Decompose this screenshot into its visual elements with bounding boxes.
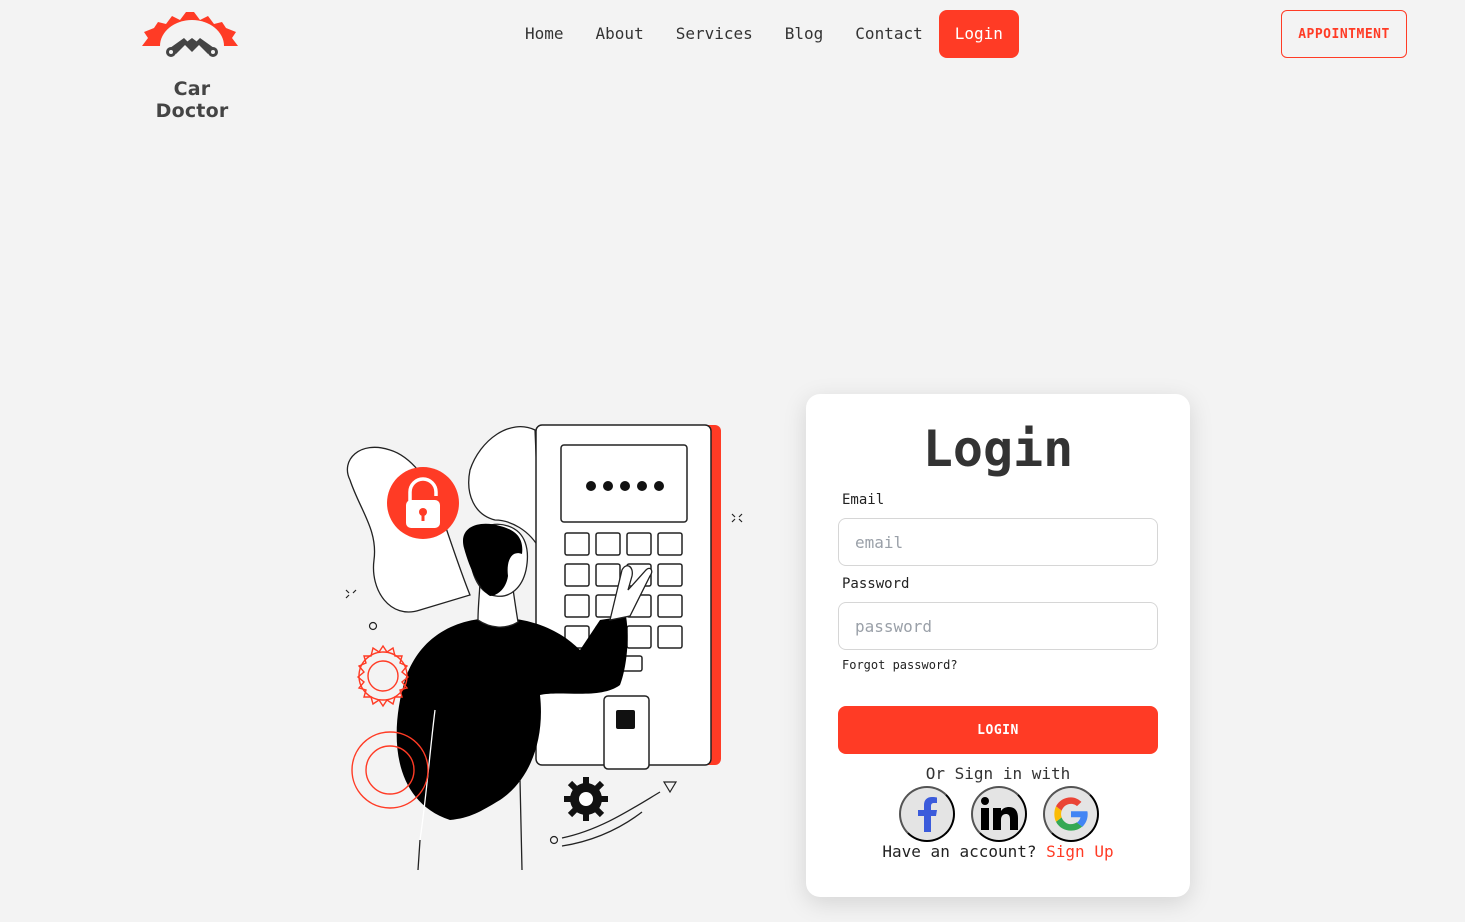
login-illustration <box>330 420 760 871</box>
password-label: Password <box>842 576 910 592</box>
social-login-row <box>899 786 1099 842</box>
facebook-login-button[interactable] <box>899 786 955 842</box>
nav-blog[interactable]: Blog <box>769 10 840 58</box>
gear-wrench-logo-icon <box>142 12 238 57</box>
signup-prompt: Have an account? <box>882 842 1037 861</box>
appointment-button[interactable]: APPOINTMENT <box>1281 10 1407 58</box>
google-icon <box>1054 797 1088 831</box>
person-unlocking-keypad-illustration <box>345 424 743 871</box>
or-sign-in-text: Or Sign in with <box>925 764 1071 783</box>
email-input[interactable] <box>838 518 1158 566</box>
facebook-icon <box>918 797 937 832</box>
nav-contact[interactable]: Contact <box>839 10 938 58</box>
brand-logo[interactable]: Car Doctor <box>136 8 248 122</box>
forgot-password-link[interactable]: Forgot password? <box>842 658 958 672</box>
password-input[interactable] <box>838 602 1158 650</box>
login-card: Login Email Password Forgot password? LO… <box>806 394 1190 897</box>
linkedin-login-button[interactable] <box>971 786 1027 842</box>
email-label: Email <box>842 492 885 508</box>
signup-line: Have an account? Sign Up <box>806 842 1190 861</box>
signup-link[interactable]: Sign Up <box>1046 842 1113 861</box>
linkedin-icon <box>981 797 1018 830</box>
main-nav: Home About Services Blog Contact Login <box>509 10 1019 58</box>
navbar: Car Doctor Home About Services Blog Cont… <box>0 0 1465 122</box>
login-submit-button[interactable]: LOGIN <box>838 706 1158 754</box>
nav-home[interactable]: Home <box>509 10 580 58</box>
nav-login[interactable]: Login <box>938 10 1019 58</box>
nav-services[interactable]: Services <box>660 10 769 58</box>
google-login-button[interactable] <box>1043 786 1099 842</box>
nav-about[interactable]: About <box>580 10 660 58</box>
login-title: Login <box>922 420 1074 478</box>
brand-name: Car Doctor <box>155 78 229 122</box>
